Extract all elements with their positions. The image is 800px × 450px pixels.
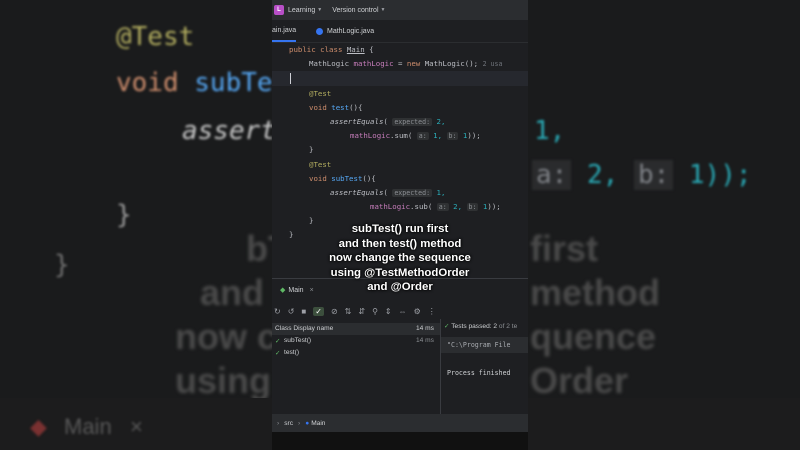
test-name: subTest()	[284, 337, 312, 344]
chevron-right-icon: ›	[277, 419, 280, 427]
test-row-test[interactable]: ✓ test()	[272, 347, 440, 359]
bg-method-signature: void subTest	[116, 68, 272, 98]
vcs-menu[interactable]: Version control	[332, 7, 378, 14]
text-cursor	[290, 73, 291, 84]
bg-caption-right-3: quence	[530, 316, 657, 357]
project-badge[interactable]: L	[274, 5, 284, 15]
bg-caption-right-1: first	[530, 228, 599, 269]
settings-icon[interactable]: ⚙	[414, 307, 421, 316]
run-toolbar: ↻ ↺ ■ ✓ ⊘ ⇅ ⇵ ⚲ ⇕ ⇔ ⚙ ⋮	[272, 303, 528, 319]
caption-line-5: and @Order	[367, 281, 433, 294]
console-command: "C:\Program File	[447, 341, 511, 349]
code-line-1: public class Main {	[289, 45, 374, 54]
code-line-close-1: }	[309, 145, 314, 154]
tab-label: MathLogic.java	[327, 27, 375, 35]
check-icon: ✓	[444, 323, 450, 330]
caption-line-4: using @TestMethodOrder	[330, 266, 470, 279]
chevron-right-icon: ›	[298, 419, 301, 427]
bg-sub-args: a: 2, b: 1));	[532, 160, 752, 190]
console-output[interactable]: ✓ Tests passed: 2 of 2 te "C:\Program Fi…	[440, 319, 528, 415]
bg-close-icon: ×	[130, 414, 143, 439]
check-icon: ✓	[275, 350, 281, 357]
test-name: test()	[284, 349, 300, 356]
tab-label: ain.java	[272, 26, 297, 34]
bg-brace: }	[116, 200, 132, 230]
sort-icon[interactable]: ⇅	[345, 307, 352, 316]
java-class-icon	[316, 27, 323, 35]
rerun-failed-icon[interactable]: ↺	[288, 307, 295, 316]
editor-tabs: ain.java MathLogic.java	[272, 20, 528, 43]
bg-caption-line-2: and	[200, 272, 265, 313]
console-finished: Process finished	[447, 369, 511, 377]
code-line-2: MathLogic mathLogic = new MathLogic(); 2…	[309, 59, 503, 68]
caption-line-3: now change the sequence	[329, 252, 471, 265]
project-menu[interactable]: Learning	[288, 7, 315, 14]
code-line-annotation-1: @Test	[309, 89, 332, 98]
caption-line-1: subTest() run first	[351, 223, 449, 235]
more-icon[interactable]: ⋮	[428, 307, 436, 316]
bg-caption-line-4: using	[175, 360, 271, 401]
chevron-down-icon: ▼	[317, 7, 323, 13]
code-line-assert-2: assertEquals( expected: 1,	[330, 188, 446, 197]
tab-mathlogic-java[interactable]: MathLogic.java	[316, 20, 374, 42]
sort-duration-icon[interactable]: ⇵	[358, 307, 365, 316]
tab-main-java[interactable]: ain.java	[272, 20, 297, 42]
test-row-subtest[interactable]: ✓ subTest() 14 ms	[272, 335, 440, 347]
code-line-sum-call: mathLogic.sum( a: 1, b: 1));	[350, 131, 481, 140]
status-bar: › src › ● Main	[272, 414, 528, 432]
video-caption: subTest() run first and then test() meth…	[272, 222, 528, 295]
bg-annotation: @Test	[116, 22, 195, 52]
code-line-annotation-2: @Test	[309, 160, 332, 169]
bg-bottom-tab: Main	[64, 414, 112, 439]
caption-line-2: and then test() method	[338, 237, 462, 250]
bg-brace-2: }	[54, 250, 70, 280]
bg-expected-value: 1,	[534, 116, 566, 146]
test-time: 14 ms	[416, 337, 434, 344]
code-line-subtest-signature: void subTest(){	[309, 174, 376, 183]
collapse-icon[interactable]: ⇔	[399, 307, 407, 316]
chevron-down-icon: ▼	[380, 7, 386, 13]
letterbox-bar	[272, 432, 528, 450]
bg-caption-right-2: method	[530, 272, 660, 313]
show-passed-icon[interactable]: ✓	[313, 306, 324, 316]
tree-header-time: 14 ms	[416, 325, 434, 332]
tree-header-label: Class Display name	[275, 325, 334, 332]
code-line-test-signature: void test(){	[309, 103, 363, 112]
bg-assert: assert	[182, 116, 272, 146]
bg-caption-line-3: now c	[175, 316, 278, 357]
bg-caption-right-4: Order	[530, 360, 629, 401]
run-tool-window: ◆ Main × ↻ ↺ ■ ✓ ⊘ ⇅ ⇵ ⚲ ⇕ ⇔ ⚙ ⋮ Class D…	[272, 278, 528, 415]
code-line-assert-1: assertEquals( expected: 2,	[330, 117, 446, 126]
tests-passed-status: ✓ Tests passed: 2 of 2 te	[444, 323, 518, 330]
title-bar: L Learning ▼ Version control ▼	[272, 0, 528, 20]
bg-run-icon: ◆	[30, 414, 47, 439]
check-icon: ✓	[275, 338, 281, 345]
show-ignored-icon[interactable]: ⊘	[331, 307, 338, 316]
search-icon[interactable]: ⚲	[372, 307, 378, 316]
current-line-highlight	[272, 71, 528, 86]
ide-window: L Learning ▼ Version control ▼ ain.java …	[272, 0, 528, 432]
java-class-icon: ●	[305, 419, 310, 427]
breadcrumb-main[interactable]: Main	[311, 420, 325, 427]
stop-icon[interactable]: ■	[301, 307, 306, 316]
usages-hint[interactable]: 2 usa	[483, 60, 503, 68]
test-tree-header: Class Display name 14 ms	[272, 323, 440, 335]
code-line-sub-call: mathLogic.sub( a: 2, b: 1));	[370, 202, 501, 211]
breadcrumb-src[interactable]: src	[284, 420, 293, 427]
expand-icon[interactable]: ⇕	[385, 307, 392, 316]
rerun-icon[interactable]: ↻	[274, 307, 281, 316]
